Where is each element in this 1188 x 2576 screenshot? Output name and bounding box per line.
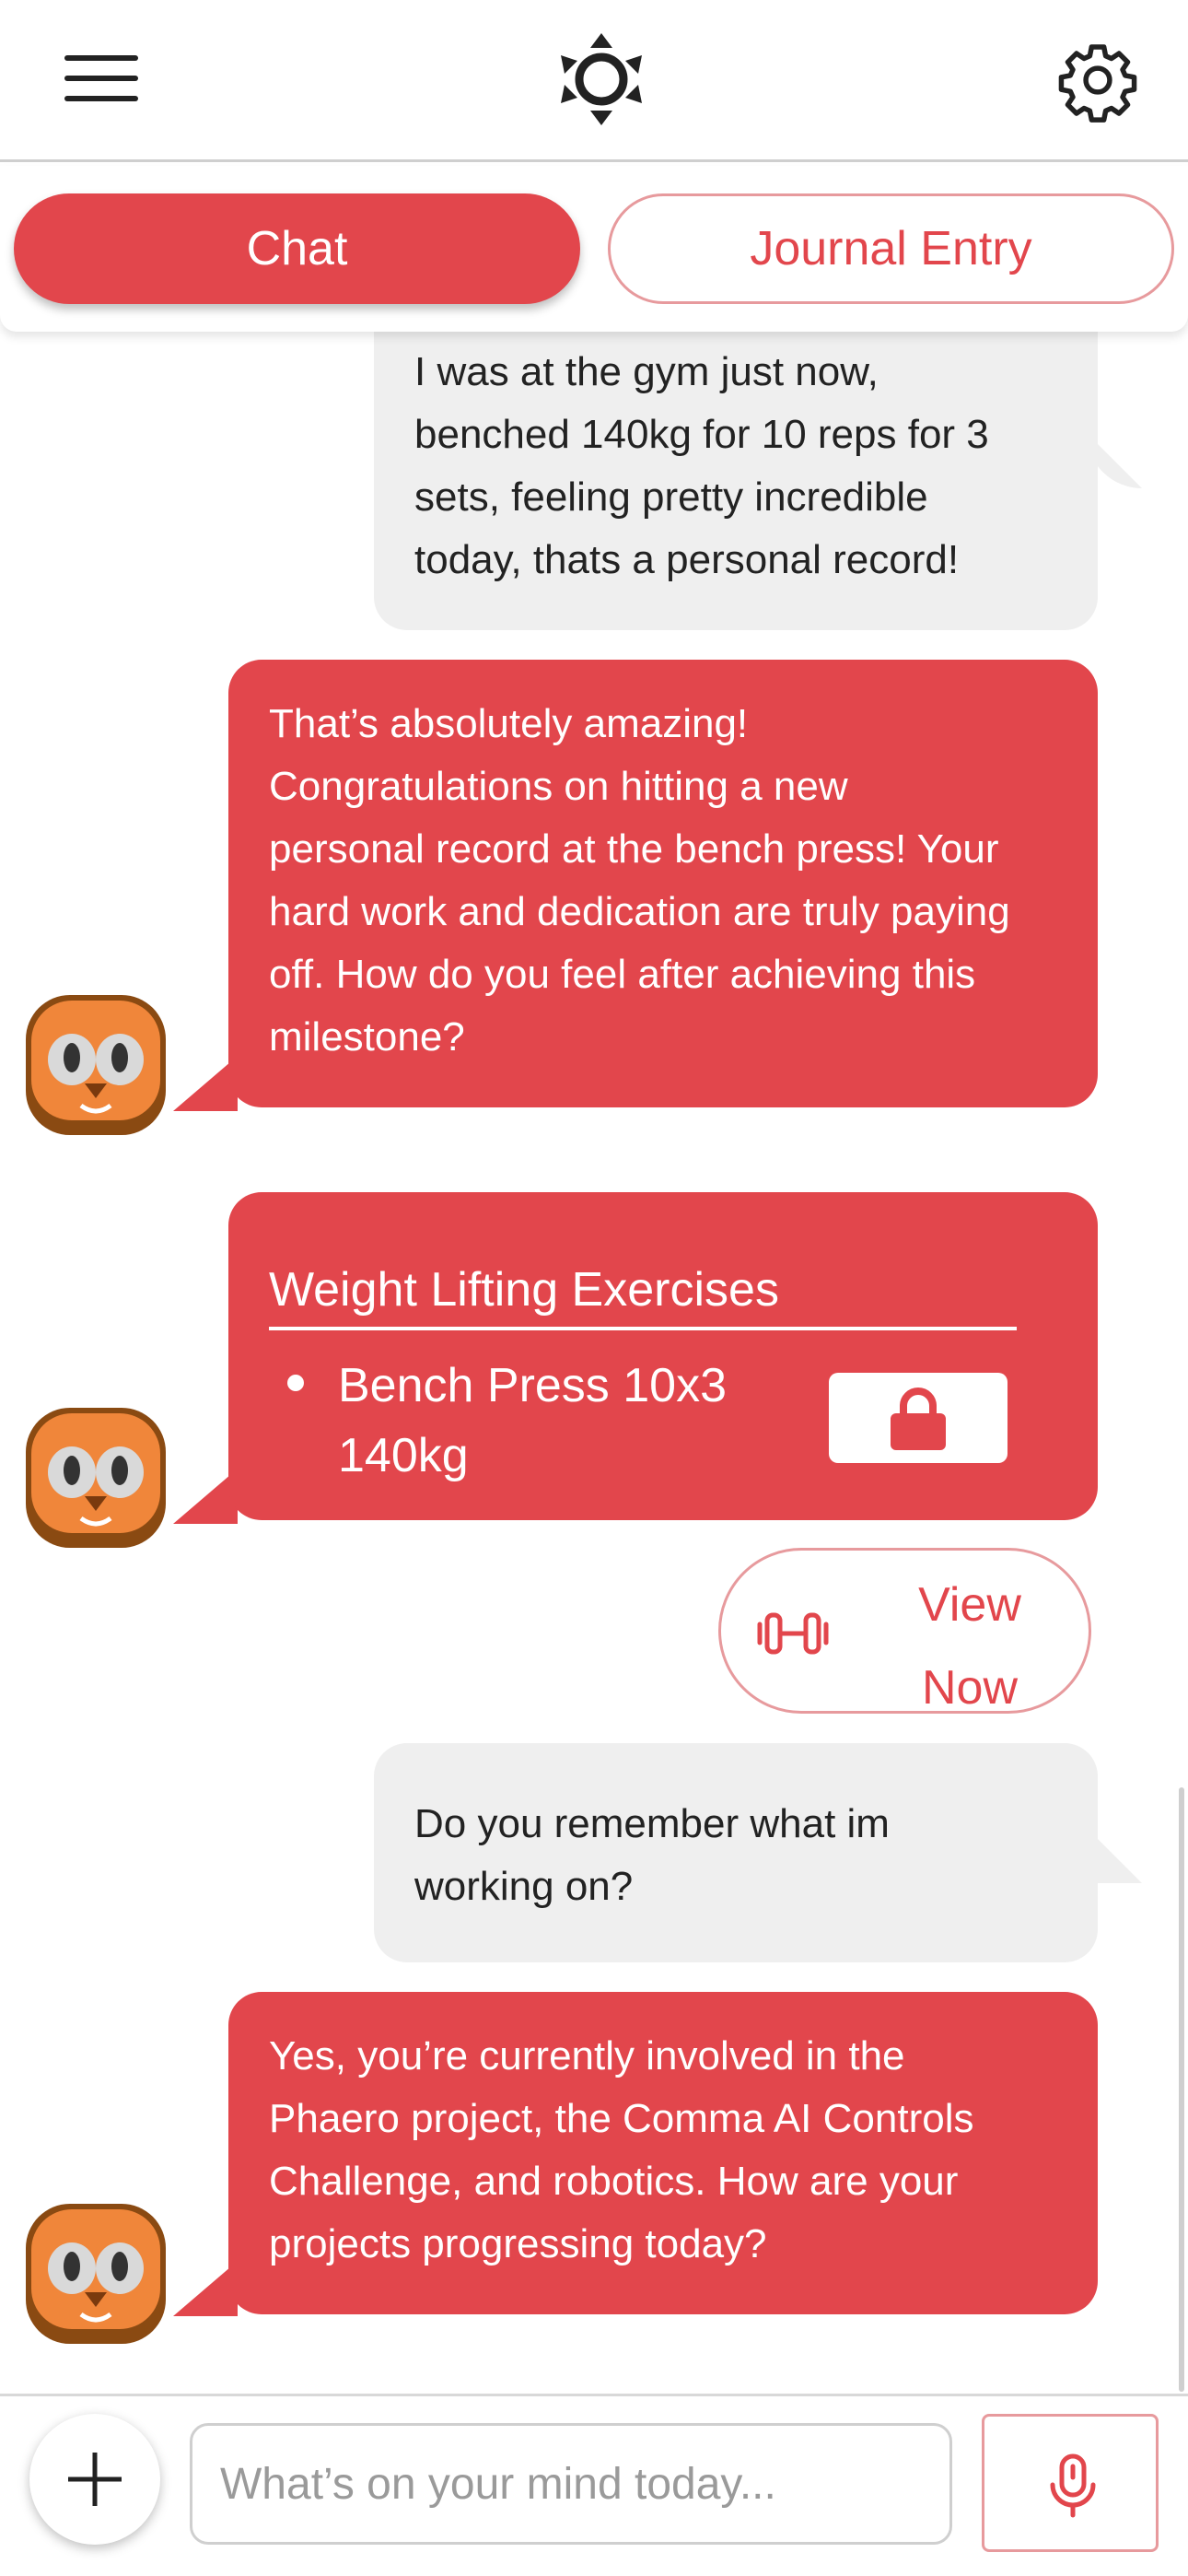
message-line: projects progressing today?: [269, 2221, 767, 2266]
view-now-button[interactable]: View Now: [718, 1548, 1091, 1715]
dumbbell-icon: [757, 1612, 829, 1655]
tab-chat[interactable]: Chat: [14, 193, 580, 304]
message-line: today, thats a personal record!: [414, 537, 960, 582]
message-line: off. How do you feel after achieving thi…: [269, 952, 976, 997]
message-line: Challenge, and robotics. How are your: [269, 2159, 959, 2204]
voice-input-button[interactable]: [982, 2414, 1159, 2552]
exercise-item: Bench Press 10x3 140kg: [338, 1351, 727, 1491]
lock-icon: [891, 1388, 946, 1450]
hamburger-icon[interactable]: [64, 55, 142, 101]
assistant-message: That’s absolutely amazing! Congratulatio…: [228, 660, 1098, 1107]
message-line: Congratulations on hitting a new: [269, 764, 848, 809]
message-line: benched 140kg for 10 reps for 3: [414, 412, 989, 457]
user-message: I was at the gym just now, benched 140kg…: [374, 304, 1098, 630]
divider: [269, 1327, 1017, 1330]
scrollbar[interactable]: [1179, 1787, 1184, 2392]
message-line: That’s absolutely amazing!: [269, 701, 749, 746]
message-line: I was at the gym just now,: [414, 349, 879, 394]
owl-avatar-icon: [26, 995, 166, 1135]
microphone-icon: [1050, 2453, 1096, 2518]
message-line: Do you remember what im: [414, 1801, 890, 1846]
message-line: working on?: [414, 1864, 634, 1909]
view-now-label: View: [918, 1578, 1021, 1632]
lock-button[interactable]: [829, 1373, 1007, 1463]
owl-avatar-icon: [26, 2204, 166, 2344]
message-line: milestone?: [269, 1014, 465, 1060]
view-now-label: Now: [921, 1661, 1019, 1715]
tab-journal-entry[interactable]: Journal Entry: [608, 193, 1174, 304]
user-message: Do you remember what im working on?: [374, 1743, 1098, 1962]
message-input[interactable]: [190, 2423, 952, 2545]
message-line: Phaero project, the Comma AI Controls: [269, 2096, 974, 2141]
top-bar: [0, 0, 1188, 162]
message-line: personal record at the bench press! Your: [269, 826, 999, 872]
gear-icon[interactable]: [1054, 37, 1141, 123]
message-line: Yes, you’re currently involved in the: [269, 2033, 905, 2078]
exercise-weight: 140kg: [338, 1429, 469, 1482]
owl-avatar-icon: [26, 1408, 166, 1548]
exercise-card-title: Weight Lifting Exercises: [269, 1263, 779, 1317]
add-attachment-button[interactable]: [29, 2414, 160, 2545]
message-line: sets, feeling pretty incredible: [414, 474, 928, 520]
sun-logo-icon[interactable]: [557, 33, 646, 125]
bullet-icon: [287, 1375, 304, 1391]
assistant-message: Yes, you’re currently involved in the Ph…: [228, 1992, 1098, 2314]
exercise-name: Bench Press 10x3: [338, 1359, 728, 1412]
message-line: hard work and dedication are truly payin…: [269, 889, 1010, 934]
mode-tabs: Chat Journal Entry: [0, 166, 1188, 332]
